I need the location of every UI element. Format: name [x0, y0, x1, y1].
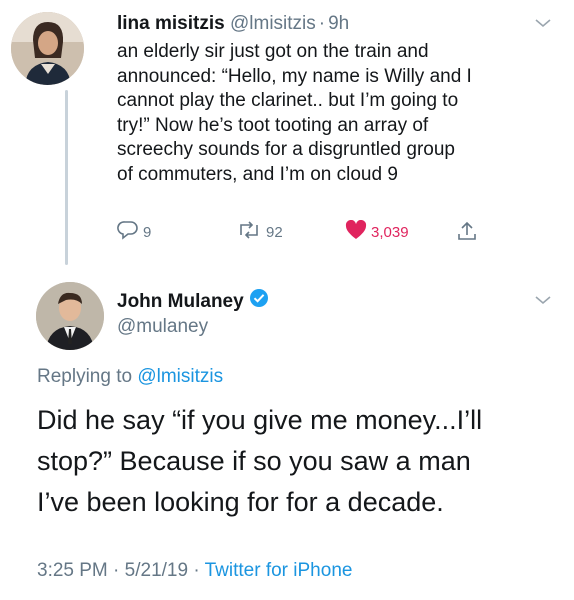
- tweet-line: Did he say “if you give me money...I’ll: [37, 405, 483, 435]
- author-name[interactable]: John Mulaney: [117, 288, 269, 315]
- tweet-header: lina misitzis @lmisitzis · 9h: [117, 12, 349, 36]
- retweet-count: 92: [266, 223, 283, 241]
- chevron-down-icon[interactable]: [533, 16, 553, 30]
- client-link[interactable]: Twitter for iPhone: [205, 560, 353, 581]
- reply-button[interactable]: 9: [117, 220, 151, 244]
- author-handle[interactable]: @mulaney: [117, 315, 208, 339]
- replying-handle-link[interactable]: @lmisitzis: [137, 366, 223, 387]
- tweet-line: cannot play the clarinet.. but I’m going…: [117, 90, 459, 111]
- author-name[interactable]: lina misitzis: [117, 13, 225, 34]
- chevron-down-icon[interactable]: [533, 293, 553, 307]
- heart-icon: [345, 219, 367, 244]
- avatar-mulaney[interactable]: [36, 282, 104, 350]
- retweet-icon: [236, 220, 262, 244]
- retweet-button[interactable]: 92: [236, 220, 283, 244]
- tweet-line: stop?” Because if so you saw a man: [37, 446, 471, 476]
- tweet-date[interactable]: 5/21/19: [125, 560, 188, 581]
- separator: ·: [193, 560, 200, 581]
- tweet-line: of commuters, and I’m on cloud 9: [117, 163, 398, 185]
- like-button[interactable]: 3,039: [345, 219, 409, 244]
- share-button[interactable]: [456, 220, 478, 246]
- tweet-text: an elderly sir just got on the train and…: [117, 40, 472, 187]
- replying-to: Replying to @lmisitzis: [37, 365, 223, 389]
- avatar-lina[interactable]: [11, 12, 84, 85]
- tweet-timestamp: 3:25 PM · 5/21/19 · Twitter for iPhone: [37, 559, 352, 583]
- author-name-text: John Mulaney: [117, 290, 244, 312]
- tweet-line: I’ve been looking for for a decade.: [37, 487, 444, 517]
- tweet-time[interactable]: 3:25 PM: [37, 560, 108, 581]
- reply-count: 9: [143, 223, 152, 241]
- thread-line: [65, 90, 68, 265]
- tweet-text: Did he say “if you give me money...I’ll …: [37, 400, 482, 523]
- share-icon: [456, 220, 478, 246]
- tweet-line: announced: “Hello, my name is Willy and …: [117, 65, 472, 87]
- tweet-line: screechy sounds for a disgruntled group: [117, 139, 455, 160]
- time-separator: ·: [318, 13, 326, 34]
- replying-prefix: Replying to: [37, 366, 133, 387]
- reply-icon: [117, 220, 139, 244]
- author-handle[interactable]: @lmisitzis: [230, 13, 316, 34]
- separator: ·: [113, 560, 120, 581]
- tweet-line: try!” Now he’s toot tooting an array of: [117, 114, 429, 136]
- tweet-line: an elderly sir just got on the train and: [117, 41, 429, 62]
- tweet-time[interactable]: 9h: [328, 13, 349, 34]
- verified-badge-icon: [249, 288, 269, 315]
- like-count: 3,039: [371, 223, 409, 241]
